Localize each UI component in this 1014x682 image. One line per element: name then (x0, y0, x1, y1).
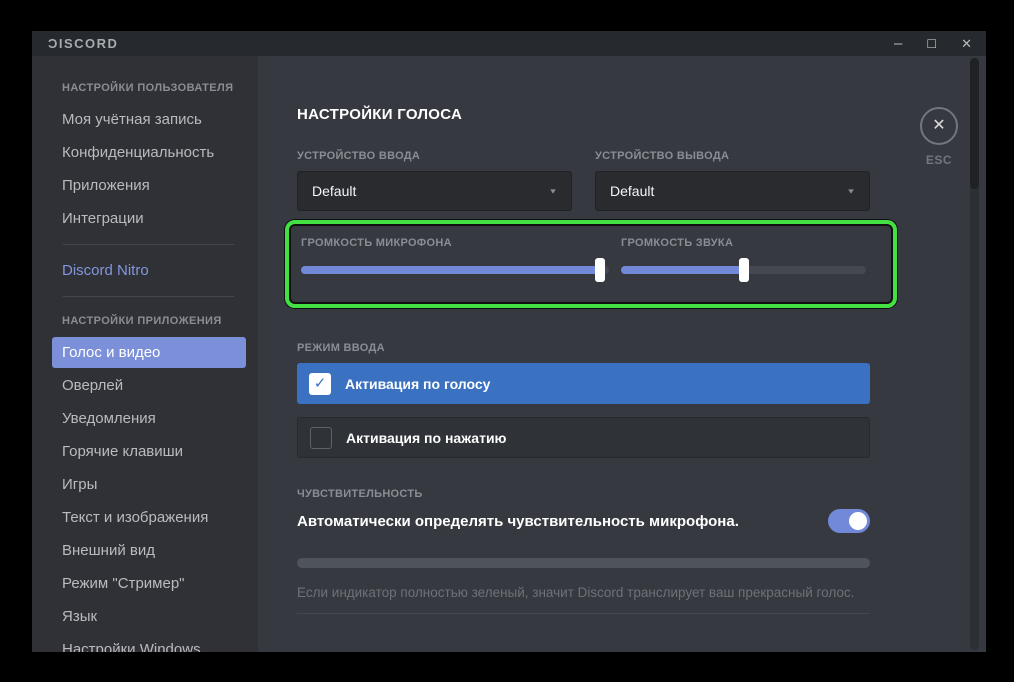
sidebar-item-appearance[interactable]: Внешний вид (52, 535, 246, 566)
sensitivity-label: ЧУВСТВИТЕЛЬНОСТЬ (297, 488, 870, 500)
voice-settings-panel: НАСТРОЙКИ ГОЛОСА УСТРОЙСТВО ВВОДА Defaul… (258, 56, 986, 652)
settings-sidebar: НАСТРОЙКИ ПОЛЬЗОВАТЕЛЯ Моя учётная запис… (32, 56, 258, 652)
output-device-group: УСТРОЙСТВО ВЫВОДА Default ▼ (595, 150, 870, 211)
volume-highlight-annotation: ГРОМКОСТЬ МИКРОФОНА ГРОМКОСТЬ ЗВУКА (285, 220, 897, 308)
esc-close-group: ✕ ESC (909, 107, 969, 167)
input-device-group: УСТРОЙСТВО ВВОДА Default ▼ (297, 150, 572, 211)
maximize-icon[interactable]: ☐ (926, 38, 937, 50)
push-to-talk-checkbox[interactable]: ✓ (310, 427, 332, 449)
push-to-talk-label: Активация по нажатию (346, 430, 507, 446)
app-body: НАСТРОЙКИ ПОЛЬЗОВАТЕЛЯ Моя учётная запис… (32, 56, 986, 652)
close-settings-button[interactable]: ✕ (920, 107, 958, 145)
sidebar-item-discord-nitro[interactable]: Discord Nitro (52, 255, 246, 286)
sound-volume-group: ГРОМКОСТЬ ЗВУКА (621, 237, 866, 282)
esc-label: ESC (909, 153, 969, 167)
discord-settings-window: ƆISCORD – ☐ ✕ НАСТРОЙКИ ПОЛЬЗОВАТЕЛЯ Моя… (32, 31, 986, 652)
window-controls: – ☐ ✕ (894, 36, 972, 51)
close-icon: ✕ (932, 118, 945, 134)
sidebar-item-streamer-mode[interactable]: Режим "Стример" (52, 568, 246, 599)
sound-volume-slider[interactable] (621, 258, 866, 282)
sidebar-header-app-settings: НАСТРОЙКИ ПРИЛОЖЕНИЯ (32, 307, 258, 335)
sidebar-item-windows-settings[interactable]: Настройки Windows (52, 634, 246, 652)
toggle-knob (849, 512, 867, 530)
sound-volume-label: ГРОМКОСТЬ ЗВУКА (621, 237, 866, 249)
push-to-talk-option[interactable]: ✓ Активация по нажатию (297, 417, 870, 458)
sidebar-item-my-account[interactable]: Моя учётная запись (52, 104, 246, 135)
slider-thumb[interactable] (595, 258, 605, 282)
sidebar-item-voice-video[interactable]: Голос и видео (52, 337, 246, 368)
volume-sliders: ГРОМКОСТЬ МИКРОФОНА ГРОМКОСТЬ ЗВУКА (301, 237, 866, 282)
sensitivity-hint: Если индикатор полностью зеленый, значит… (297, 585, 870, 600)
sidebar-item-overlay[interactable]: Оверлей (52, 370, 246, 401)
sidebar-header-user-settings: НАСТРОЙКИ ПОЛЬЗОВАТЕЛЯ (32, 74, 258, 102)
sidebar-item-hotkeys[interactable]: Горячие клавиши (52, 436, 246, 467)
slider-fill (621, 266, 744, 274)
sidebar-item-privacy[interactable]: Конфиденциальность (52, 137, 246, 168)
input-mode-label: РЕЖИМ ВВОДА (297, 342, 870, 354)
output-device-select[interactable]: Default ▼ (595, 171, 870, 211)
device-selectors: УСТРОЙСТВО ВВОДА Default ▼ УСТРОЙСТВО ВЫ… (297, 150, 870, 211)
voice-activity-checkbox[interactable]: ✓ (309, 373, 331, 395)
auto-sensitivity-text: Автоматически определять чувствительност… (297, 513, 739, 530)
slider-fill (301, 266, 600, 274)
mic-volume-slider[interactable] (301, 258, 609, 282)
voice-settings-content: НАСТРОЙКИ ГОЛОСА УСТРОЙСТВО ВВОДА Defaul… (297, 106, 870, 614)
close-icon[interactable]: ✕ (961, 37, 972, 50)
sidebar-divider (63, 244, 234, 245)
mic-volume-group: ГРОМКОСТЬ МИКРОФОНА (301, 237, 609, 282)
sensitivity-meter (297, 558, 870, 568)
input-device-select[interactable]: Default ▼ (297, 171, 572, 211)
minimize-icon[interactable]: – (894, 36, 902, 51)
output-device-value: Default (610, 183, 654, 199)
chevron-down-icon: ▼ (548, 187, 558, 195)
section-divider (297, 613, 870, 614)
sidebar-item-text-images[interactable]: Текст и изображения (52, 502, 246, 533)
voice-activity-option[interactable]: ✓ Активация по голосу (297, 363, 870, 404)
chevron-down-icon: ▼ (846, 187, 856, 195)
mic-volume-label: ГРОМКОСТЬ МИКРОФОНА (301, 237, 609, 249)
sidebar-item-notifications[interactable]: Уведомления (52, 403, 246, 434)
auto-sensitivity-row: Автоматически определять чувствительност… (297, 509, 870, 533)
sidebar-item-language[interactable]: Язык (52, 601, 246, 632)
scrollbar-thumb[interactable] (970, 58, 979, 189)
input-device-value: Default (312, 183, 356, 199)
title-bar: ƆISCORD – ☐ ✕ (32, 31, 986, 56)
discord-logo: ƆISCORD (48, 36, 118, 51)
auto-sensitivity-toggle[interactable] (828, 509, 870, 533)
sidebar-item-applications[interactable]: Приложения (52, 170, 246, 201)
output-device-label: УСТРОЙСТВО ВЫВОДА (595, 150, 870, 162)
sidebar-divider (63, 296, 234, 297)
page-title: НАСТРОЙКИ ГОЛОСА (297, 106, 870, 123)
sidebar-item-integrations[interactable]: Интеграции (52, 203, 246, 234)
sidebar-item-games[interactable]: Игры (52, 469, 246, 500)
voice-activity-label: Активация по голосу (345, 376, 490, 392)
input-device-label: УСТРОЙСТВО ВВОДА (297, 150, 572, 162)
slider-thumb[interactable] (739, 258, 749, 282)
scrollbar-track[interactable] (970, 58, 979, 650)
check-icon: ✓ (314, 376, 327, 391)
